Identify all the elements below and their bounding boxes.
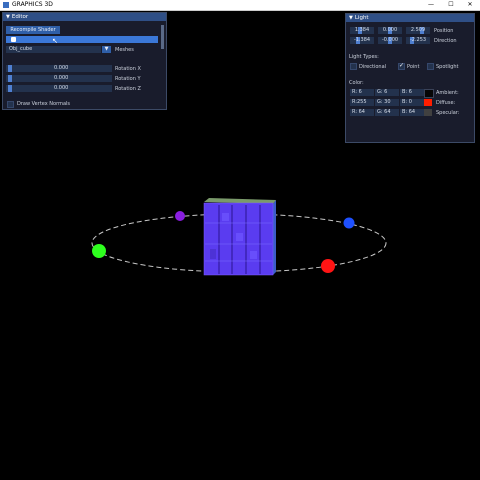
direction-x-input[interactable]: -1.384 <box>350 37 374 44</box>
position-x-value: 1.384 <box>354 27 370 33</box>
rotation-y-slider[interactable]: 0.000 <box>6 75 112 82</box>
close-button[interactable]: ✕ <box>461 0 479 10</box>
specular-color-swatch[interactable] <box>424 109 432 116</box>
mouse-cursor-icon: ↖ <box>52 37 58 45</box>
cube-mesh[interactable] <box>203 198 276 276</box>
rotation-z-slider[interactable]: 0.000 <box>6 85 112 92</box>
draw-normals-checkbox[interactable] <box>7 101 14 108</box>
ambient-r-input[interactable]: R: 6 <box>350 89 374 96</box>
progress-handle-icon[interactable] <box>11 37 16 42</box>
color-label: Color: <box>349 80 364 86</box>
light-types-label: Light Types: <box>349 54 379 60</box>
rotation-y-label: Rotation Y <box>115 76 141 82</box>
rotation-x-label: Rotation X <box>115 66 141 72</box>
direction-y-value: -0.000 <box>381 37 399 43</box>
mesh-label: Meshes <box>115 47 134 53</box>
rotation-y-knob[interactable] <box>8 75 12 82</box>
position-label: Position <box>434 28 454 34</box>
minimize-button[interactable]: — <box>422 0 440 10</box>
shader-progress-bar[interactable]: ↖ <box>6 36 158 45</box>
editor-panel-header[interactable]: ▼ Editor <box>3 13 166 21</box>
direction-z-value: -2.253 <box>409 37 427 43</box>
recompile-shader-button[interactable]: Recompile Shader <box>6 26 60 34</box>
spotlight-checkbox[interactable] <box>427 63 434 70</box>
position-y-input[interactable]: 0.000 <box>378 27 402 34</box>
rotation-z-value: 0.000 <box>54 85 69 91</box>
blue-light-sphere[interactable] <box>343 217 355 229</box>
chevron-down-icon: ▼ <box>104 46 109 52</box>
app-icon <box>3 2 9 8</box>
window-title: GRAPHICS 3D <box>12 1 53 8</box>
ambient-label: Ambient: <box>436 90 459 96</box>
light-panel-header[interactable]: ▼ Light <box>346 14 474 22</box>
diffuse-label: Diffuse: <box>436 100 456 106</box>
point-checkbox[interactable] <box>398 62 405 70</box>
collapse-arrow-icon[interactable]: ▼ <box>6 14 10 20</box>
light-panel[interactable]: ▼ Light 1.384 0.000 2.509 Position -1.384… <box>345 13 475 143</box>
directional-label: Directional <box>359 64 387 70</box>
ambient-color-swatch[interactable] <box>424 89 434 98</box>
purple-light-sphere[interactable] <box>175 211 185 221</box>
mesh-select[interactable]: Obj_cube <box>6 46 101 53</box>
direction-z-input[interactable]: -2.253 <box>406 37 430 44</box>
light-panel-title: Light <box>354 15 369 21</box>
position-z-input[interactable]: 2.509 <box>406 27 430 34</box>
directional-checkbox[interactable] <box>350 63 357 70</box>
rotation-x-value: 0.000 <box>54 65 69 71</box>
specular-b-input[interactable]: B: 64 <box>400 109 424 116</box>
rotation-y-value: 0.000 <box>54 75 69 81</box>
specular-g-input[interactable]: G: 64 <box>375 109 399 116</box>
red-light-sphere[interactable] <box>321 259 335 273</box>
editor-scrollbar[interactable] <box>161 25 164 49</box>
ambient-g-input[interactable]: G: 6 <box>375 89 399 96</box>
draw-normals-label: Draw Vertex Normals <box>17 101 71 107</box>
specular-r-input[interactable]: R: 64 <box>350 109 374 116</box>
spotlight-label: Spotlight <box>436 64 459 70</box>
rotation-z-label: Rotation Z <box>115 86 141 92</box>
ambient-b-input[interactable]: B: 6 <box>400 89 424 96</box>
direction-x-value: -1.384 <box>353 37 371 43</box>
position-z-value: 2.509 <box>410 27 426 33</box>
green-light-sphere[interactable] <box>92 244 106 258</box>
window-titlebar: GRAPHICS 3D — ☐ ✕ <box>0 0 480 11</box>
editor-panel-title: Editor <box>11 14 29 20</box>
direction-label: Direction <box>434 38 457 44</box>
rotation-x-knob[interactable] <box>8 65 12 72</box>
diffuse-color-swatch[interactable] <box>424 99 432 106</box>
diffuse-b-input[interactable]: B: 0 <box>400 99 424 106</box>
rotation-z-knob[interactable] <box>8 85 12 92</box>
specular-label: Specular: <box>436 110 460 116</box>
maximize-button[interactable]: ☐ <box>442 0 460 10</box>
direction-y-input[interactable]: -0.000 <box>378 37 402 44</box>
collapse-arrow-icon[interactable]: ▼ <box>349 15 353 21</box>
point-label: Point <box>407 64 420 70</box>
editor-panel[interactable]: ▼ Editor Recompile Shader ↖ Obj_cube ▼ Me… <box>2 12 167 110</box>
mesh-dropdown-button[interactable]: ▼ <box>102 46 111 53</box>
diffuse-r-input[interactable]: R:255 <box>350 99 374 106</box>
diffuse-g-input[interactable]: G: 30 <box>375 99 399 106</box>
rotation-x-slider[interactable]: 0.000 <box>6 65 112 72</box>
position-y-value: 0.000 <box>382 27 398 33</box>
position-x-input[interactable]: 1.384 <box>350 27 374 34</box>
mesh-select-value: Obj_cube <box>9 46 33 52</box>
